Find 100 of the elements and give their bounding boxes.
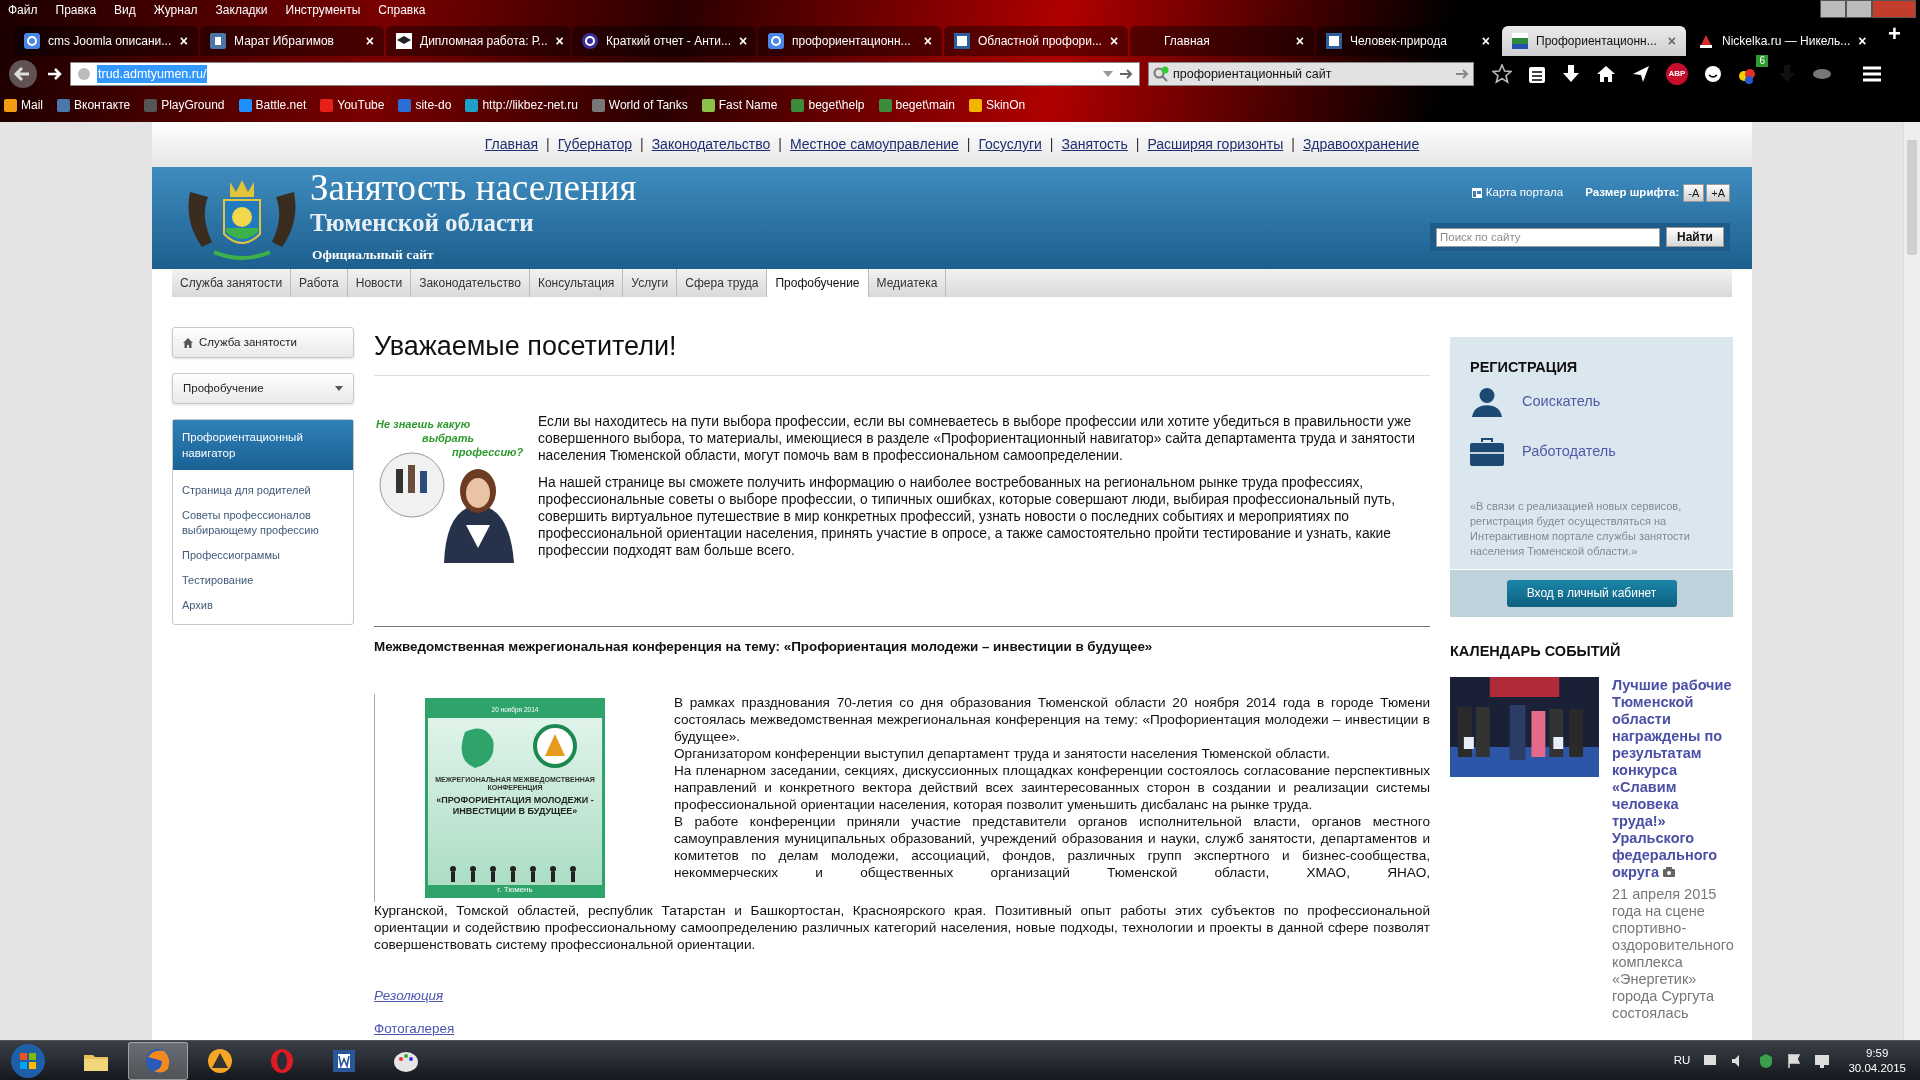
menu-item[interactable]: Журнал — [151, 1, 200, 19]
bookmark-link[interactable]: SkinOn — [968, 96, 1026, 114]
section-dropdown[interactable]: Профобучение — [172, 373, 354, 404]
bookmark-link[interactable]: World of Tanks — [591, 96, 688, 114]
home-menu-button[interactable]: Служба занятости — [172, 327, 354, 358]
bookmark-link[interactable]: Battle.net — [238, 96, 307, 114]
close-tab-button[interactable]: × — [923, 30, 932, 52]
menu-item[interactable]: Закладки — [213, 1, 270, 19]
close-tab-button[interactable]: × — [1481, 30, 1490, 52]
adblock-button[interactable]: ABP — [1666, 63, 1688, 85]
close-tab-button[interactable]: × — [739, 30, 748, 52]
browser-tab[interactable]: Марат Ибрагимов × — [200, 26, 384, 56]
nav-tab[interactable]: Законодательство — [411, 269, 530, 297]
browser-tab[interactable]: Главная × — [1130, 26, 1314, 56]
nav-tab[interactable]: Медиатека — [868, 269, 947, 297]
back-button[interactable] — [8, 59, 38, 89]
scroll-thumb[interactable] — [1907, 140, 1917, 255]
bookmark-link[interactable]: beget\help — [791, 96, 865, 114]
bookmark-link[interactable]: Mail — [4, 96, 43, 114]
menu-item[interactable]: Файл — [6, 1, 40, 19]
browser-tab[interactable]: Дипломная работа: Р... × — [386, 26, 570, 56]
close-tab-button[interactable]: × — [1667, 30, 1676, 52]
search-field[interactable]: Поиск по сайту — [1436, 227, 1660, 247]
portal-link[interactable]: Госуслуги — [978, 134, 1042, 155]
close-tab-button[interactable]: × — [1295, 30, 1304, 52]
close-tab-button[interactable]: × — [1109, 30, 1119, 52]
portal-link[interactable]: Здравоохранение — [1302, 134, 1420, 155]
site-title: Занятость населения — [310, 167, 637, 209]
bookmark-link[interactable]: PlayGround — [144, 96, 225, 114]
sidebar-link[interactable]: Тестирование — [173, 568, 353, 593]
nav-tab[interactable]: Консультация — [529, 269, 624, 297]
sidebar-link[interactable]: Профессиограммы — [173, 543, 353, 568]
browser-tab[interactable]: cms Joomla описани... × — [14, 26, 198, 56]
close-tab-button[interactable]: × — [179, 30, 188, 52]
article-link[interactable]: Фотогалерея — [374, 1019, 455, 1040]
article-link[interactable]: Резолюция — [374, 986, 444, 1007]
nav-tab[interactable]: Работа — [291, 269, 348, 297]
reading-list-icon[interactable] — [1528, 64, 1546, 84]
bookmark-star-icon[interactable] — [1492, 64, 1512, 84]
browser-tab[interactable]: Областной профори... × — [944, 26, 1128, 56]
maximize-button[interactable] — [1846, 0, 1872, 18]
download-icon[interactable] — [1562, 64, 1580, 84]
bookmark-link[interactable]: Fast Name — [701, 96, 778, 114]
forward-button[interactable] — [46, 66, 62, 82]
bookmark-link[interactable]: http://likbez-net.ru — [465, 96, 578, 114]
go-icon[interactable] — [1455, 68, 1469, 80]
browser-tab[interactable]: Профориентационн... × — [1502, 26, 1686, 56]
send-icon[interactable] — [1632, 65, 1650, 83]
bookmark-link[interactable]: YouTube — [320, 96, 385, 114]
minimize-button[interactable] — [1820, 0, 1846, 18]
menu-item[interactable]: Справка — [376, 1, 428, 19]
portal-link[interactable]: Местное самоуправление — [789, 134, 959, 155]
menu-item[interactable]: Вид — [112, 1, 138, 19]
clock[interactable]: 9:59 30.04.2015 — [1848, 1045, 1906, 1076]
sidebar-link[interactable]: Советы профессионалов выбирающему профессию — [173, 503, 353, 543]
menu-item[interactable]: Правка — [53, 1, 99, 19]
smiley-icon[interactable] — [1704, 65, 1722, 83]
font-size-button[interactable]: -A — [1683, 184, 1705, 202]
go-icon[interactable] — [1119, 68, 1133, 80]
sitemap-link[interactable]: Карта портала — [1471, 184, 1564, 202]
font-size-button[interactable]: +A — [1706, 184, 1730, 202]
search-field[interactable]: профориентационный сайт — [1148, 62, 1474, 86]
sidebar-link[interactable]: Архив — [173, 593, 353, 618]
ring-icon — [268, 1046, 296, 1075]
close-tab-button[interactable]: × — [555, 30, 564, 52]
portal-link[interactable]: Законодательство — [651, 134, 771, 155]
nav-tab[interactable]: Новости — [347, 269, 412, 297]
nav-tab[interactable]: Услуги — [623, 269, 678, 297]
event-link[interactable]: Лучшие рабочие Тюменской области награждены по результатам конкурса «Славим человека труда!» Уральского федерального округа — [1612, 676, 1734, 881]
shield-icon[interactable] — [1758, 1052, 1775, 1069]
close-tab-button[interactable]: × — [365, 30, 374, 52]
close-tab-button[interactable]: × — [1858, 30, 1867, 52]
browser-tab[interactable]: профориентационн... × — [758, 26, 942, 56]
flag-icon[interactable] — [1786, 1052, 1803, 1069]
dropdown-icon[interactable] — [1103, 71, 1113, 77]
colored-dots-icon[interactable] — [1738, 67, 1758, 85]
browser-tab[interactable]: Краткий отчет - Анти... × — [572, 26, 756, 56]
portal-link[interactable]: Занятость — [1061, 134, 1128, 155]
scrollbar[interactable] — [1903, 122, 1920, 1040]
new-tab-button[interactable]: + — [1888, 17, 1901, 50]
nav-tab[interactable]: Служба занятости — [172, 269, 292, 297]
registration-link[interactable]: Соискатель — [1522, 390, 1601, 413]
start-button[interactable] — [10, 1042, 46, 1079]
search-button[interactable]: Найти — [1666, 227, 1724, 247]
bookmark-link[interactable]: site-do — [398, 96, 452, 114]
monitor-icon[interactable] — [1814, 1052, 1831, 1069]
bookmark-link[interactable]: beget\main — [878, 96, 955, 114]
sidebar-link[interactable]: Профориентационный навигатор — [173, 420, 353, 470]
portal-link[interactable]: Губернатор — [557, 134, 632, 155]
home-icon[interactable] — [1596, 65, 1616, 83]
menu-icon[interactable] — [1862, 66, 1882, 82]
nav-tab[interactable]: Профобучение — [767, 269, 869, 297]
sidebar-link[interactable]: Страница для родителей — [173, 478, 353, 503]
menu-item[interactable]: Инструменты — [283, 1, 363, 19]
login-button[interactable]: Вход в личный кабинет — [1506, 579, 1677, 607]
portal-link[interactable]: Главная — [484, 134, 539, 155]
registration-link[interactable]: Работодатель — [1522, 440, 1616, 463]
bookmark-link[interactable]: Вконтакте — [57, 96, 131, 114]
language-indicator[interactable]: RU — [1673, 1051, 1691, 1070]
portal-link[interactable]: Расширяя горизонты — [1147, 134, 1284, 155]
